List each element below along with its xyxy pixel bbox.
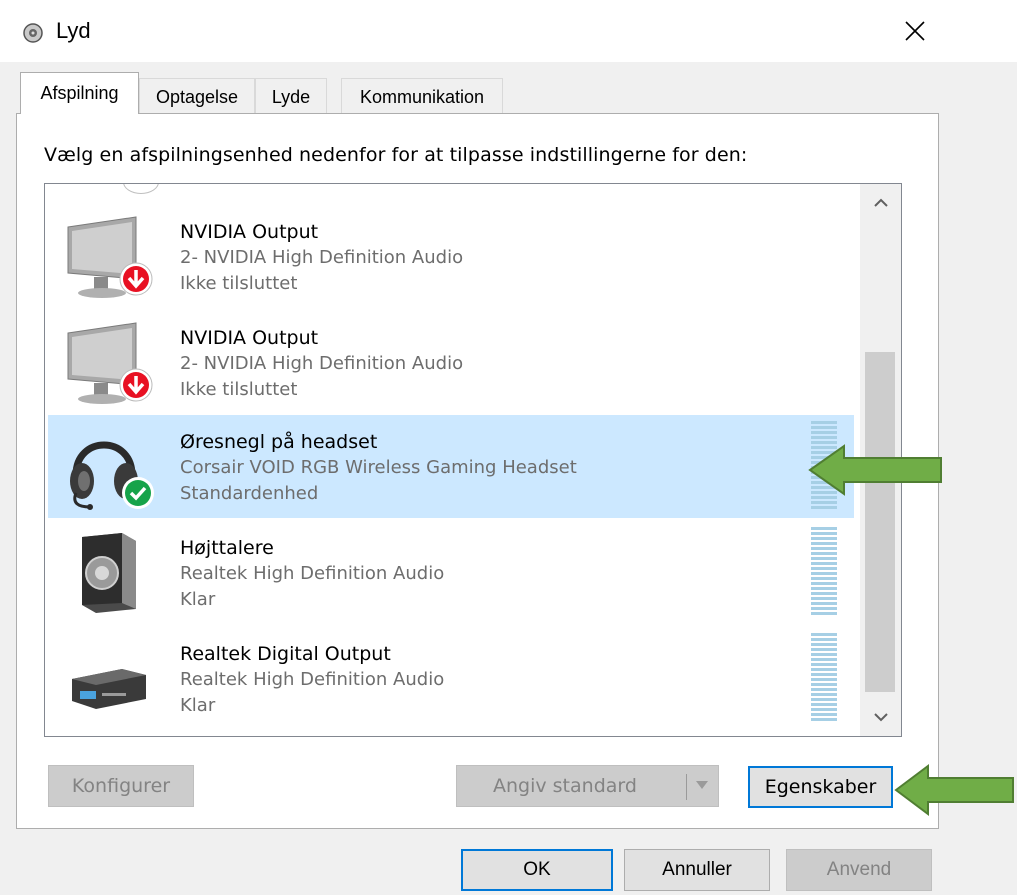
ok-button[interactable]: OK: [461, 849, 613, 891]
tab-kommunikation[interactable]: Kommunikation: [341, 78, 503, 116]
tab-afspilning[interactable]: Afspilning: [20, 72, 139, 114]
configure-button[interactable]: Konfigurer: [48, 765, 194, 807]
chevron-down-icon: [873, 713, 888, 722]
dropdown-arrow-icon[interactable]: [695, 780, 709, 790]
device-name: NVIDIA Output: [180, 221, 319, 243]
annotation-arrow-icon: [808, 444, 942, 496]
device-status: Klar: [180, 695, 216, 716]
headset-default-icon: [70, 441, 154, 510]
monitor-disconnected-icon: [67, 322, 153, 404]
scroll-down-button[interactable]: [860, 698, 901, 736]
digital-output-icon: [72, 669, 146, 709]
instruction-text: Vælg en afspilningsenhed nedenfor for at…: [44, 144, 748, 166]
device-status: Ikke tilsluttet: [180, 379, 298, 400]
device-row[interactable]: Realtek Digital Output Realtek High Defi…: [48, 627, 854, 730]
tab-lyde[interactable]: Lyde: [255, 78, 327, 116]
chevron-up-icon: [873, 198, 888, 207]
annotation-arrow-icon: [894, 764, 1014, 816]
volume-meter: [811, 527, 837, 617]
scroll-up-button[interactable]: [860, 184, 901, 222]
title-bar: Lyd: [0, 0, 1017, 62]
device-status: Ikke tilsluttet: [180, 273, 298, 294]
monitor-disconnected-icon: [67, 216, 153, 298]
window-title: Lyd: [56, 18, 91, 43]
device-driver: 2- NVIDIA High Definition Audio: [180, 353, 464, 374]
device-status: Standardenhed: [180, 483, 319, 504]
device-driver: 2- NVIDIA High Definition Audio: [180, 247, 464, 268]
device-name: Øresnegl på headset: [180, 431, 378, 453]
properties-button[interactable]: Egenskaber: [748, 766, 893, 808]
device-driver: Realtek High Definition Audio: [180, 669, 445, 690]
device-name: NVIDIA Output: [180, 327, 319, 349]
device-list[interactable]: NVIDIA Output 2- NVIDIA High Definition …: [44, 183, 902, 737]
tab-optagelse[interactable]: Optagelse: [139, 78, 255, 116]
device-row[interactable]: NVIDIA Output 2- NVIDIA High Definition …: [48, 311, 854, 414]
device-name: Realtek Digital Output: [180, 643, 391, 665]
speaker-icon: [23, 23, 43, 43]
device-status: Klar: [180, 589, 216, 610]
apply-button[interactable]: Anvend: [786, 849, 932, 891]
device-row[interactable]: Højttalere Realtek High Definition Audio…: [48, 521, 854, 624]
device-row-selected[interactable]: Øresnegl på headset Corsair VOID RGB Wir…: [48, 415, 854, 518]
close-button[interactable]: [880, 8, 950, 54]
partial-device-icon: [123, 184, 159, 194]
set-default-split-button[interactable]: Angiv standard: [456, 765, 719, 807]
speaker-box-icon: [82, 533, 136, 613]
cancel-button[interactable]: Annuller: [624, 849, 770, 891]
device-row[interactable]: NVIDIA Output 2- NVIDIA High Definition …: [48, 205, 854, 308]
device-driver: Realtek High Definition Audio: [180, 563, 445, 584]
close-icon: [905, 21, 925, 41]
scrollbar-thumb[interactable]: [865, 352, 895, 692]
split-divider: [686, 774, 687, 800]
volume-meter: [811, 633, 837, 723]
device-name: Højttalere: [180, 537, 274, 559]
device-driver: Corsair VOID RGB Wireless Gaming Headset: [180, 457, 577, 478]
